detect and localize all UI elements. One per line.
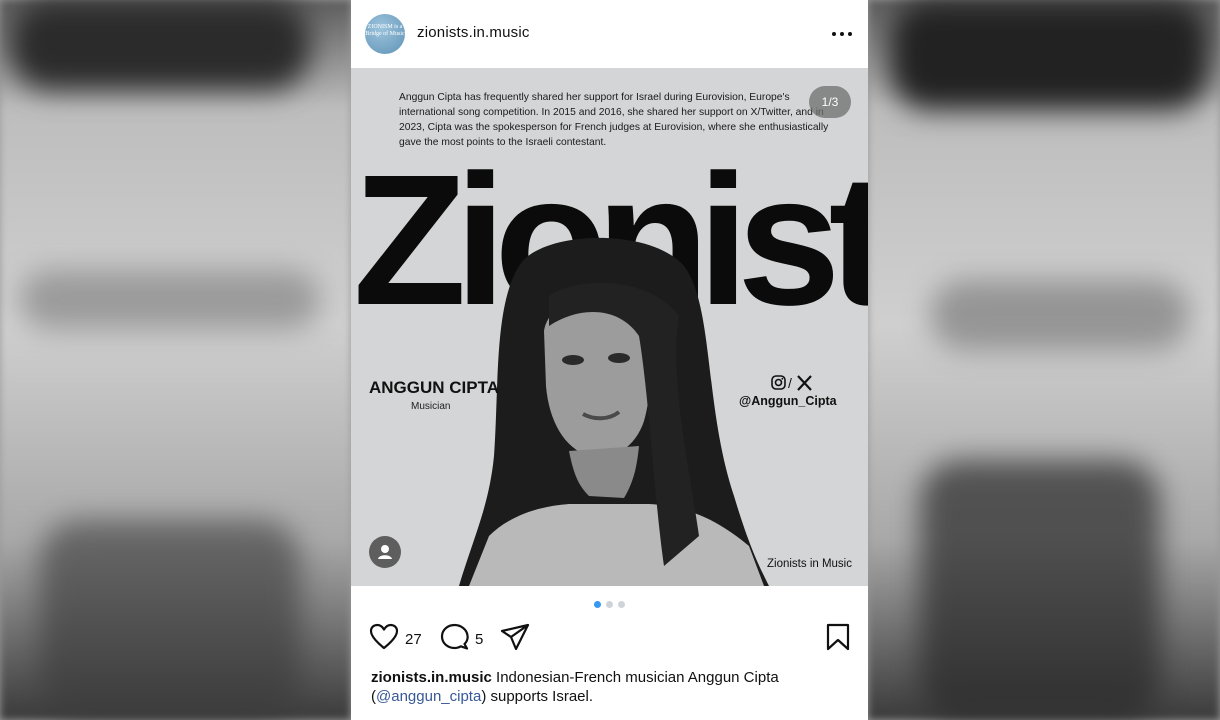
backdrop-shape	[920, 460, 1160, 720]
heart-icon[interactable]	[369, 622, 399, 652]
person-role: Musician	[411, 401, 451, 412]
backdrop-shape	[930, 280, 1190, 350]
carousel-dot-active	[594, 601, 601, 608]
avatar-text: ZIONISM is a Bridge of Music	[365, 24, 405, 37]
like-count[interactable]: 27	[405, 631, 422, 648]
carousel-dot	[606, 601, 613, 608]
carousel-dots	[594, 601, 634, 609]
backdrop-shape	[40, 520, 300, 720]
backdrop-shape	[10, 0, 310, 90]
instagram-post: ZIONISM is a Bridge of Music zionists.in…	[351, 0, 868, 720]
avatar[interactable]: ZIONISM is a Bridge of Music	[365, 14, 405, 54]
social-icons: /	[771, 375, 812, 391]
social-handle: @Anggun_Cipta	[739, 394, 837, 408]
caption-text-end: ) supports Israel.	[481, 688, 594, 705]
social-separator: /	[788, 375, 792, 391]
username[interactable]: zionists.in.music	[417, 24, 530, 41]
share-icon[interactable]	[499, 622, 531, 652]
bookmark-icon[interactable]	[825, 622, 851, 652]
carousel-dot	[618, 601, 625, 608]
action-bar: 27 5	[351, 622, 868, 658]
backdrop-shape	[890, 0, 1210, 110]
comment-count[interactable]: 5	[475, 631, 483, 648]
caption-mention[interactable]: @anggun_cipta	[376, 688, 481, 705]
carousel-counter: 1/3	[809, 86, 851, 118]
portrait-photo	[459, 237, 769, 586]
comment-icon[interactable]	[440, 622, 470, 652]
instagram-icon	[771, 375, 786, 390]
more-icon[interactable]	[830, 26, 854, 42]
post-image[interactable]: Anggun Cipta has frequently shared her s…	[351, 68, 868, 586]
post-header: ZIONISM is a Bridge of Music zionists.in…	[351, 0, 868, 68]
user-tag-icon[interactable]	[369, 536, 401, 568]
person-name: ANGGUN CIPTA	[369, 378, 500, 397]
post-caption: zionists.in.music Indonesian-French musi…	[371, 668, 841, 706]
x-icon	[797, 375, 812, 391]
caption-username[interactable]: zionists.in.music	[371, 669, 492, 686]
image-watermark: Zionists in Music	[767, 558, 852, 570]
backdrop-shape	[20, 270, 320, 330]
